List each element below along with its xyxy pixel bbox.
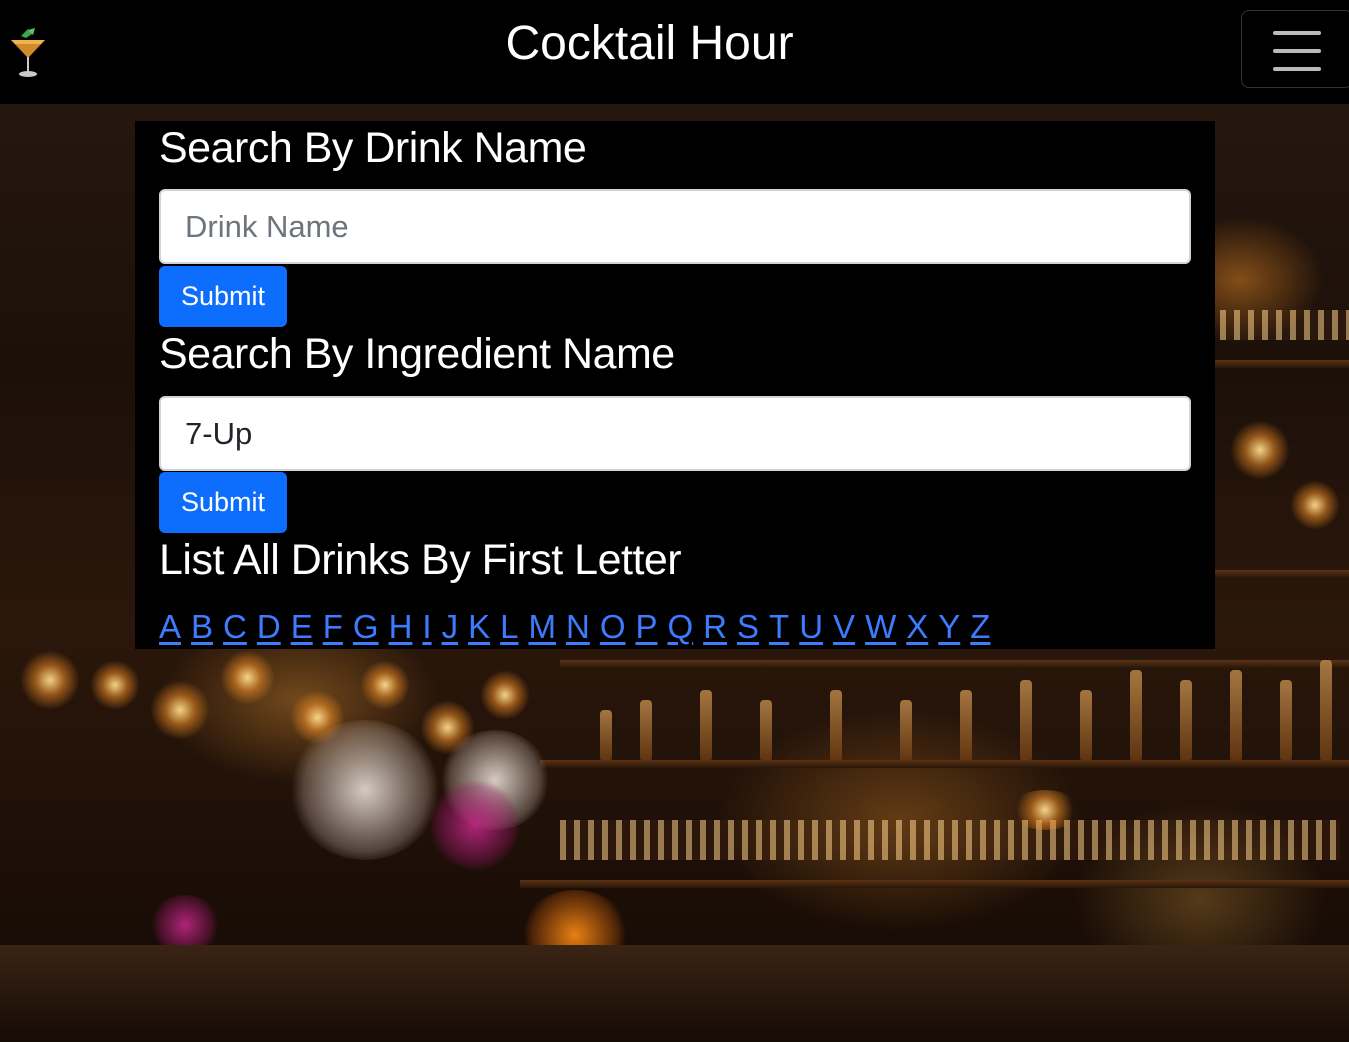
letter-link[interactable]: J [442, 608, 459, 645]
letter-link[interactable]: D [257, 608, 281, 645]
letter-link[interactable]: I [422, 608, 431, 645]
first-letter-heading: List All Drinks By First Letter [159, 536, 682, 584]
hamburger-line [1273, 49, 1321, 53]
ingredient-name-heading: Search By Ingredient Name [159, 330, 675, 378]
ingredient-name-input[interactable] [159, 396, 1191, 471]
ingredient-name-submit-button[interactable]: Submit [159, 472, 287, 533]
letter-link[interactable]: Y [938, 608, 960, 645]
drink-name-submit-button[interactable]: Submit [159, 266, 287, 327]
letter-link[interactable]: X [906, 608, 928, 645]
navbar: Cocktail Hour [0, 0, 1349, 104]
letter-link[interactable]: H [389, 608, 413, 645]
letter-link[interactable]: Z [970, 608, 990, 645]
letter-link[interactable]: W [865, 608, 896, 645]
hamburger-menu-icon [1273, 31, 1321, 35]
drink-name-input[interactable] [159, 189, 1191, 264]
letter-link[interactable]: B [191, 608, 213, 645]
letter-link[interactable]: O [600, 608, 626, 645]
letter-link[interactable]: S [737, 608, 759, 645]
site-title: Cocktail Hour [505, 17, 794, 70]
letter-link[interactable]: N [566, 608, 590, 645]
letter-link[interactable]: A [159, 608, 181, 645]
letter-link[interactable]: M [528, 608, 556, 645]
letter-link[interactable]: P [635, 608, 657, 645]
letter-link[interactable]: G [353, 608, 379, 645]
letter-link[interactable]: U [799, 608, 823, 645]
hamburger-menu-button[interactable] [1241, 10, 1349, 88]
letter-link[interactable]: F [323, 608, 343, 645]
letter-link[interactable]: Q [668, 608, 694, 645]
letter-link[interactable]: V [833, 608, 855, 645]
drink-name-heading: Search By Drink Name [159, 124, 587, 172]
letter-link[interactable]: K [468, 608, 490, 645]
letter-link[interactable]: C [223, 608, 247, 645]
letter-link[interactable]: E [291, 608, 313, 645]
hamburger-line [1273, 67, 1321, 71]
letter-links: ABCDEFGHIJKLMNOPQRSTUVWXYZ [159, 607, 1000, 647]
letter-link[interactable]: L [500, 608, 518, 645]
search-panel: Search By Drink Name Submit Search By In… [135, 121, 1215, 649]
letter-link[interactable]: R [703, 608, 727, 645]
letter-link[interactable]: T [769, 608, 789, 645]
